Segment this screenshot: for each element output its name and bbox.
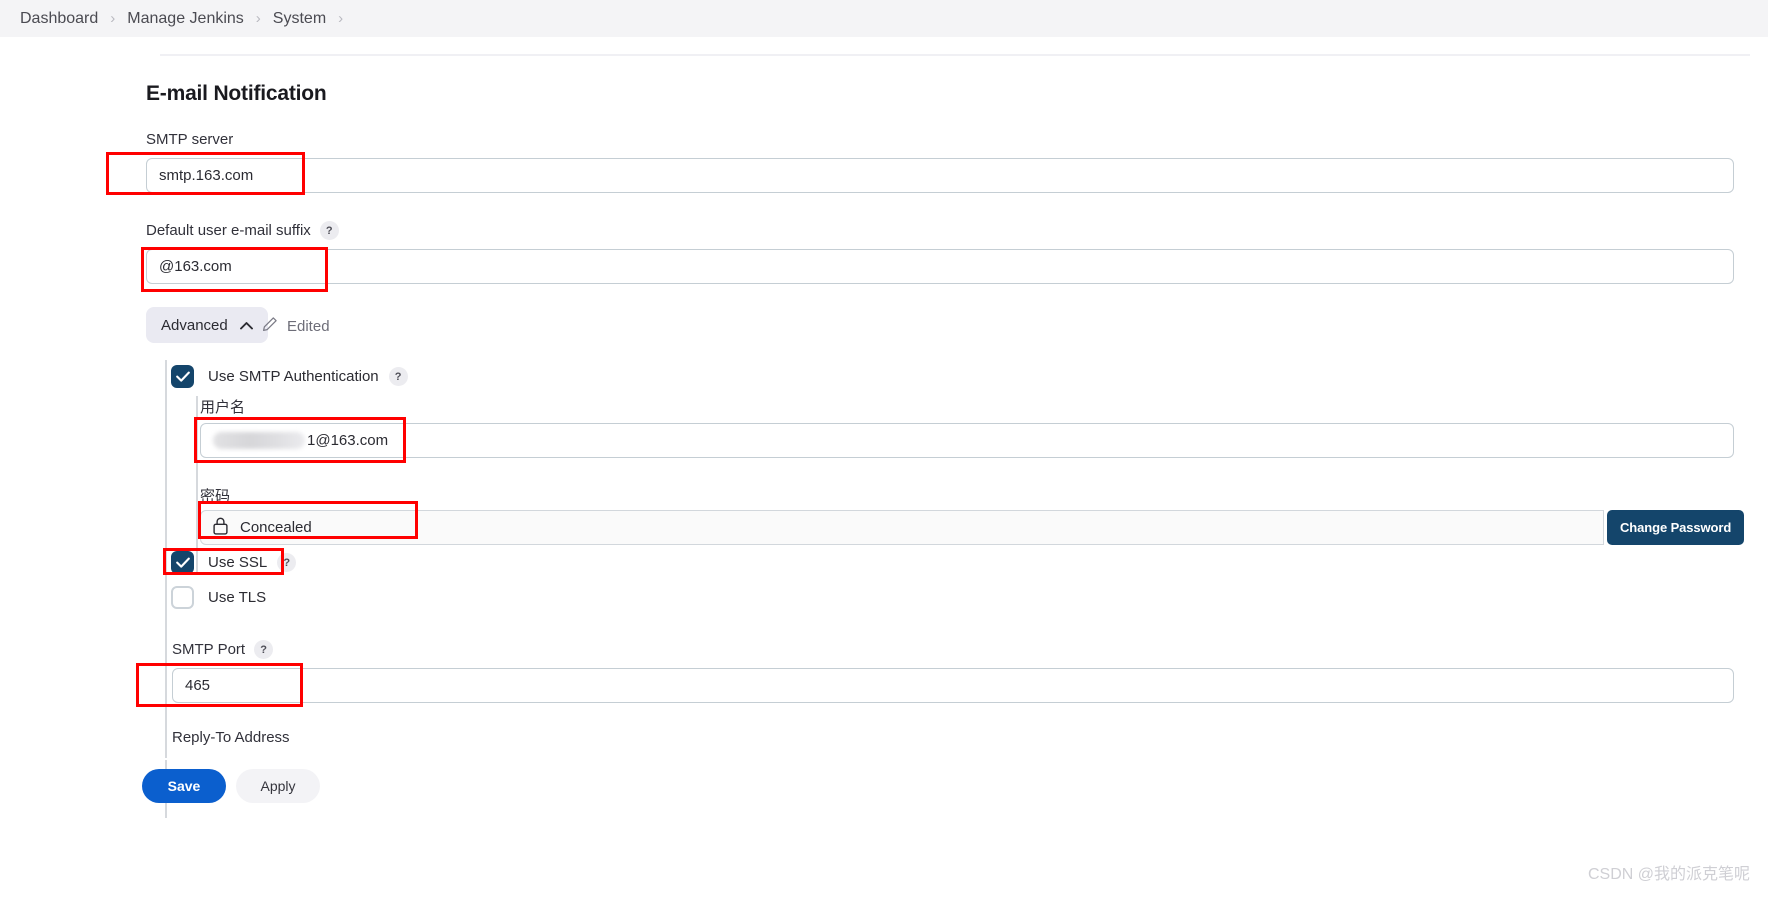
indent-guide-level-1 <box>165 360 167 758</box>
breadcrumb: Dashboard › Manage Jenkins › System › <box>0 0 1768 37</box>
help-icon[interactable]: ? <box>277 553 297 572</box>
smtp-port-label-text: SMTP Port <box>172 641 246 658</box>
advanced-toggle-button[interactable]: Advanced <box>146 307 268 343</box>
default-suffix-label-text: Default user e-mail suffix <box>146 222 311 239</box>
smtp-server-value: smtp.163.com <box>159 167 254 184</box>
use-smtp-auth-label-text: Use SMTP Authentication <box>208 368 379 385</box>
default-suffix-label: Default user e-mail suffix ? <box>146 221 339 240</box>
use-ssl-row[interactable]: Use SSL ? <box>171 551 297 574</box>
help-icon[interactable]: ? <box>319 221 339 240</box>
use-tls-label: Use TLS <box>208 589 266 606</box>
indent-guide-level-2 <box>196 396 198 572</box>
use-ssl-label: Use SSL ? <box>208 553 297 572</box>
smtp-server-input[interactable]: smtp.163.com <box>146 158 1734 193</box>
smtp-server-label: SMTP server <box>146 131 233 148</box>
change-password-button[interactable]: Change Password <box>1607 510 1745 545</box>
use-tls-row[interactable]: Use TLS <box>171 586 266 609</box>
pencil-icon <box>262 316 278 336</box>
use-tls-label-text: Use TLS <box>208 589 267 606</box>
username-label: 用户名 <box>200 396 245 417</box>
watermark: CSDN @我的派克笔呢 <box>1587 866 1750 883</box>
password-input: Concealed <box>200 510 1604 545</box>
reply-to-label: Reply-To Address <box>172 729 290 746</box>
save-button[interactable]: Save <box>142 769 226 803</box>
use-smtp-auth-row[interactable]: Use SMTP Authentication ? <box>171 365 408 388</box>
breadcrumb-separator-icon: › <box>338 10 344 27</box>
use-ssl-label-text: Use SSL <box>208 554 268 571</box>
advanced-toggle-label: Advanced <box>161 316 228 334</box>
edited-label: Edited <box>287 317 330 335</box>
password-label: 密码 <box>200 485 230 506</box>
smtp-server-label-text: SMTP server <box>146 131 234 148</box>
username-label-text: 用户名 <box>200 399 246 416</box>
reply-to-label-text: Reply-To Address <box>172 729 290 746</box>
default-suffix-input[interactable]: @163.com <box>146 249 1734 284</box>
apply-button[interactable]: Apply <box>236 769 320 803</box>
username-value: 1@163.com <box>307 432 389 449</box>
breadcrumb-item-manage-jenkins[interactable]: Manage Jenkins <box>115 10 256 28</box>
smtp-port-value: 465 <box>185 677 211 694</box>
breadcrumb-item-dashboard[interactable]: Dashboard <box>8 10 110 28</box>
password-value: Concealed <box>240 519 312 536</box>
breadcrumb-item-system[interactable]: System <box>261 10 338 28</box>
edited-indicator: Edited <box>262 316 330 336</box>
redacted-username-mask <box>213 432 305 449</box>
help-icon[interactable]: ? <box>254 640 274 659</box>
chevron-up-icon <box>239 317 253 334</box>
page-title: E-mail Notification <box>146 82 327 105</box>
use-tls-checkbox[interactable] <box>171 586 194 609</box>
smtp-port-input[interactable]: 465 <box>172 668 1734 703</box>
default-suffix-value: @163.com <box>159 258 232 275</box>
help-icon[interactable]: ? <box>388 367 408 386</box>
use-smtp-auth-label: Use SMTP Authentication ? <box>208 367 408 386</box>
header-divider <box>160 54 1750 56</box>
smtp-port-label: SMTP Port ? <box>172 640 274 659</box>
use-ssl-checkbox[interactable] <box>171 551 194 574</box>
username-input[interactable]: 1@163.com <box>200 423 1734 458</box>
use-smtp-auth-checkbox[interactable] <box>171 365 194 388</box>
lock-icon <box>213 517 228 539</box>
password-label-text: 密码 <box>200 488 231 505</box>
